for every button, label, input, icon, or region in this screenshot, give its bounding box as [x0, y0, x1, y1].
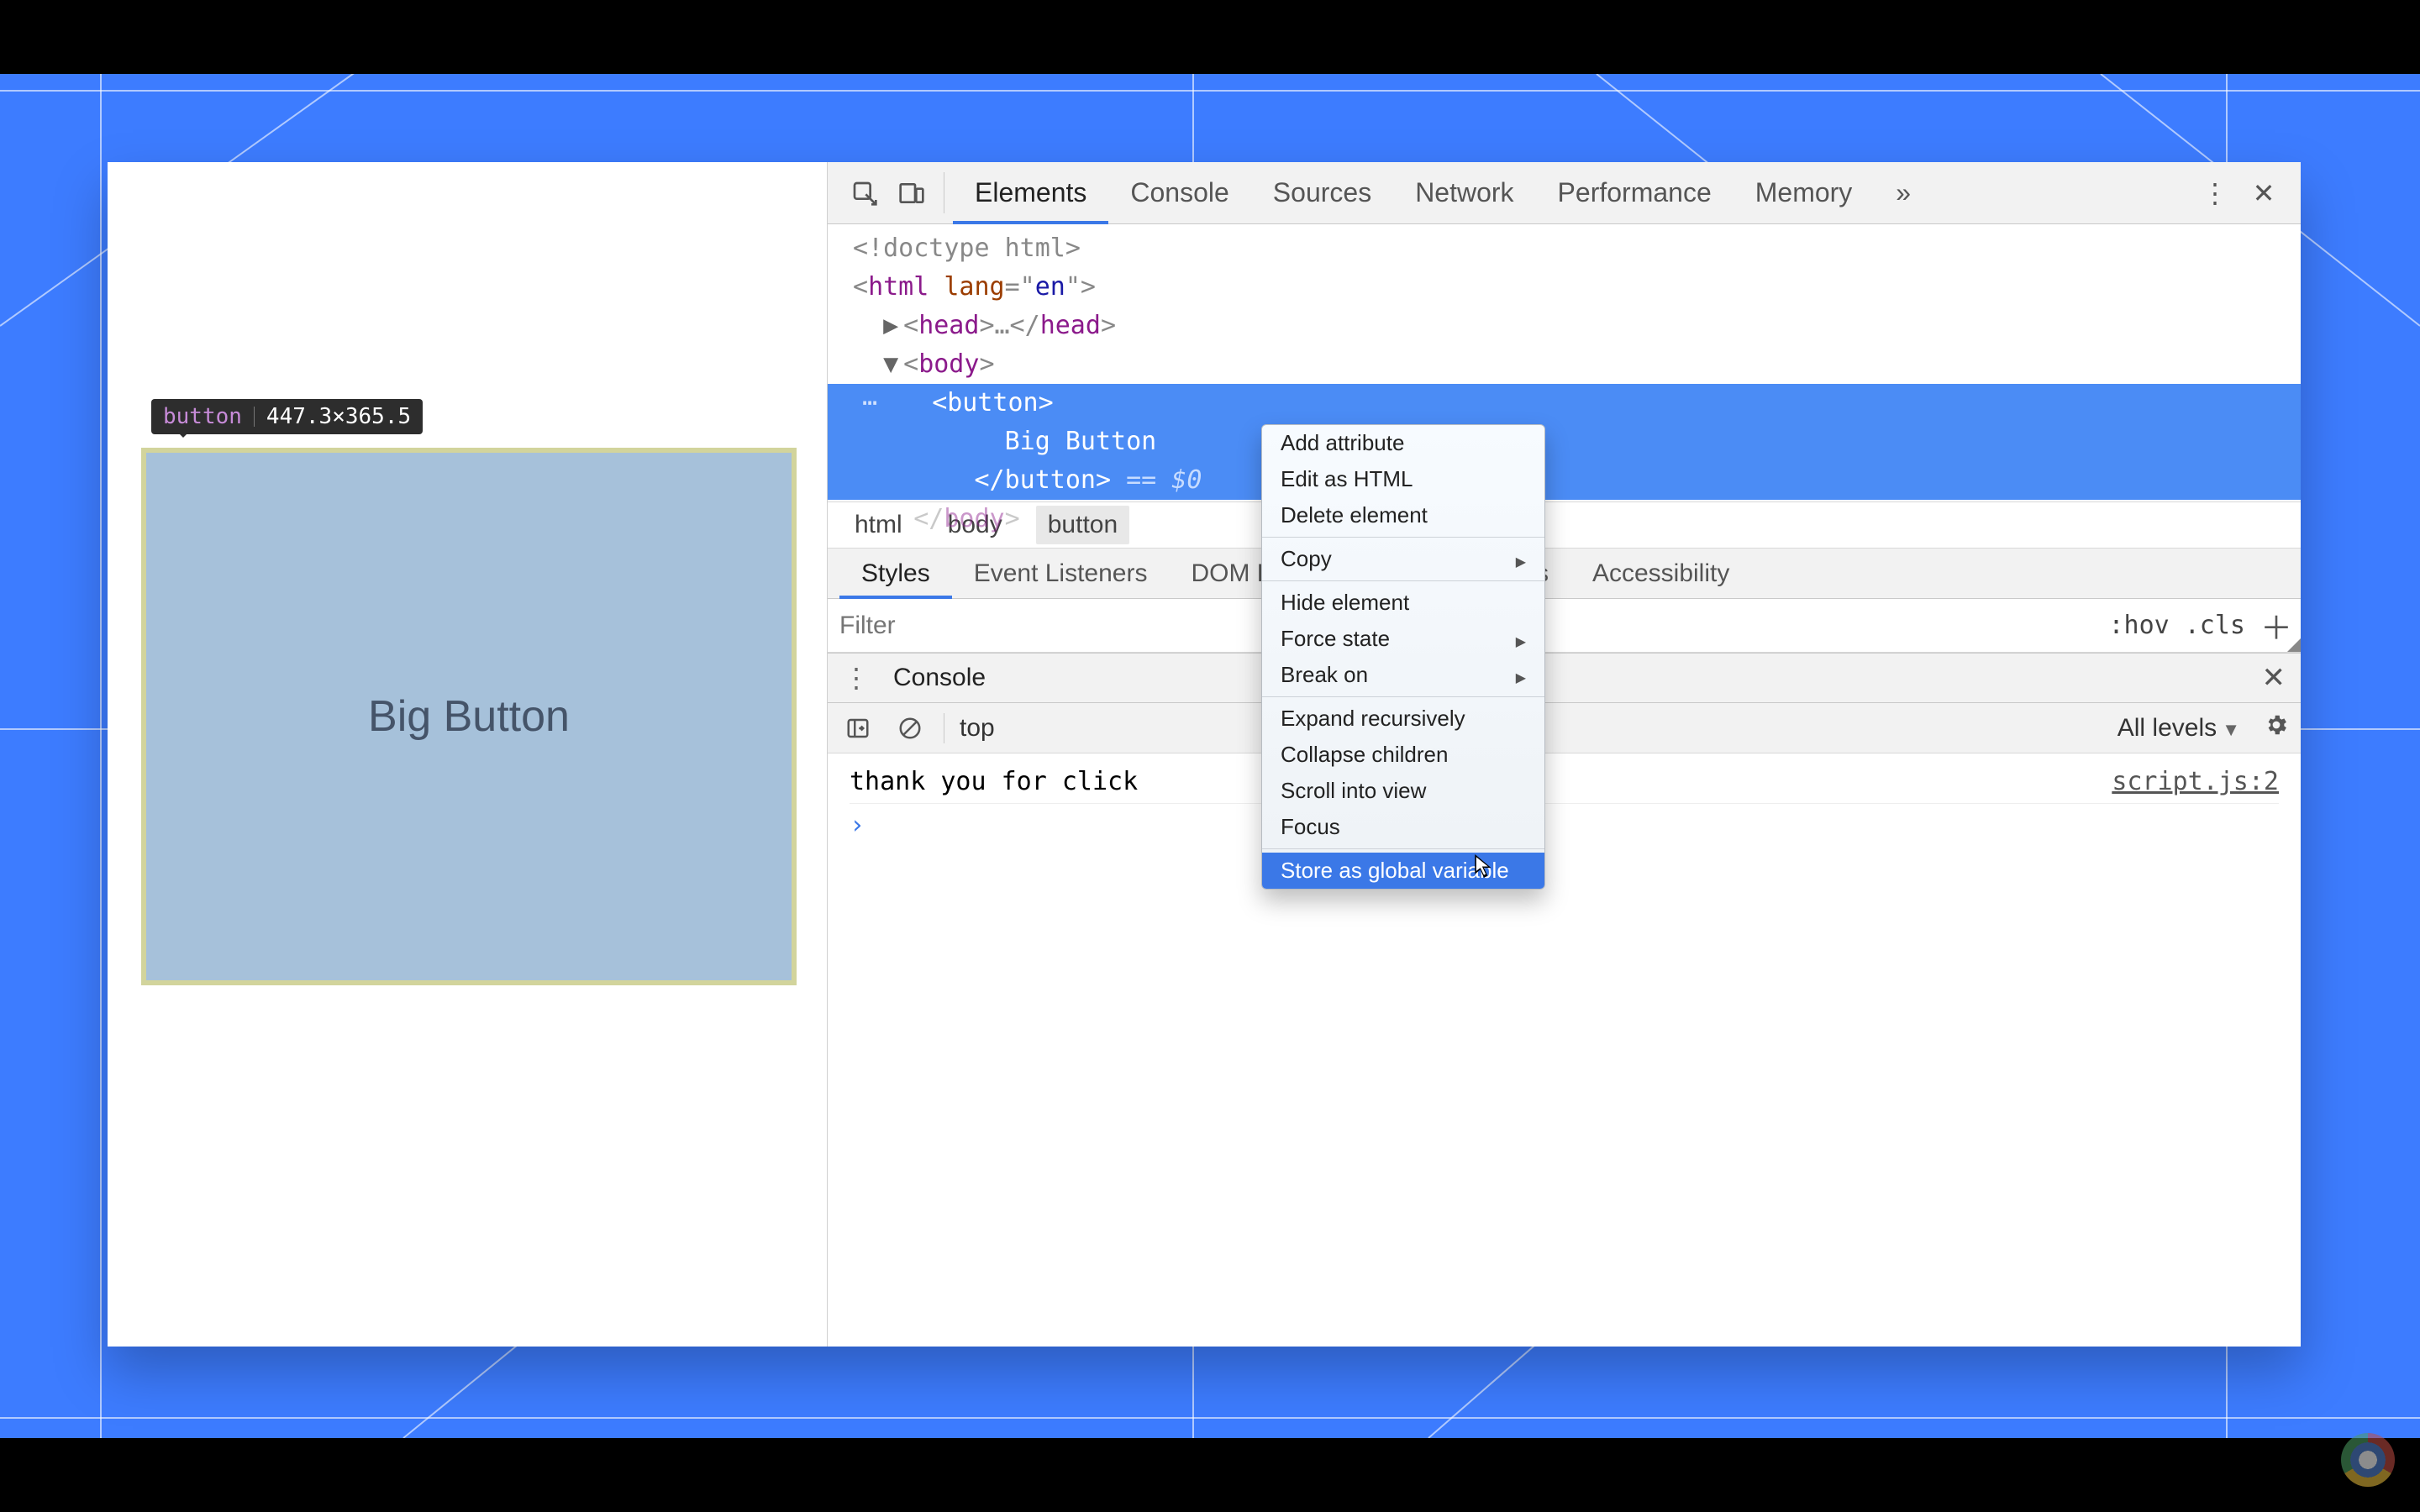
ctx-force-state[interactable]: Force state	[1262, 621, 1544, 657]
chevron-right-icon	[1516, 626, 1526, 652]
subtab-styles[interactable]: Styles	[839, 549, 952, 598]
drawer-tab-console[interactable]: Console	[873, 664, 1006, 692]
console-source-link[interactable]: script.js:2	[2112, 767, 2279, 796]
context-menu: Add attribute Edit as HTML Delete elemen…	[1261, 424, 1545, 890]
drawer-kebab-icon[interactable]	[839, 662, 873, 694]
dom-tree[interactable]: <!doctype html> <html lang="en"> ▶<head>…	[828, 224, 2301, 501]
tabs-overflow[interactable]: »	[1874, 162, 1933, 223]
console-scope[interactable]: top	[960, 714, 995, 743]
device-toggle-icon[interactable]	[888, 162, 935, 223]
close-icon[interactable]	[2247, 176, 2281, 210]
devtools-panel: Elements Console Sources Network Perform…	[827, 162, 2301, 1347]
ctx-break-on[interactable]: Break on	[1262, 657, 1544, 693]
tab-memory[interactable]: Memory	[1733, 162, 1875, 223]
kebab-icon[interactable]	[2198, 176, 2232, 210]
inspect-icon[interactable]	[841, 162, 888, 223]
slide-background: button 447.3×365.5 Big Button	[0, 74, 2420, 1438]
tab-console[interactable]: Console	[1108, 162, 1250, 223]
inspect-tooltip: button 447.3×365.5	[151, 399, 423, 434]
mouse-cursor-icon	[1475, 854, 1493, 879]
app-window: button 447.3×365.5 Big Button	[108, 162, 2301, 1347]
subtab-accessibility[interactable]: Accessibility	[1570, 549, 1751, 598]
subtab-event-listeners[interactable]: Event Listeners	[952, 549, 1170, 598]
console-prompt[interactable]: ›	[850, 804, 2279, 840]
elements-subtabs: Styles Event Listeners DOM Breakpoints P…	[828, 549, 2301, 599]
console-log-line: thank you for click script.js:2	[850, 760, 2279, 804]
ctx-edit-html[interactable]: Edit as HTML	[1262, 461, 1544, 497]
tab-elements[interactable]: Elements	[953, 162, 1108, 223]
chrome-logo-icon	[2341, 1433, 2395, 1487]
ctx-copy[interactable]: Copy	[1262, 541, 1544, 577]
ctx-scroll[interactable]: Scroll into view	[1262, 773, 1544, 809]
drawer-close-icon[interactable]	[2262, 661, 2286, 695]
cls-toggle[interactable]: .cls	[2185, 611, 2245, 640]
console-settings-icon[interactable]	[2264, 712, 2289, 744]
styles-filter-input[interactable]	[839, 612, 1192, 640]
page-pane: button 447.3×365.5 Big Button	[108, 162, 827, 1347]
ctx-delete[interactable]: Delete element	[1262, 497, 1544, 533]
console-body[interactable]: thank you for click script.js:2 ›	[828, 753, 2301, 1347]
console-levels[interactable]: All levels	[2118, 714, 2240, 743]
ctx-store-global[interactable]: Store as global variable	[1262, 853, 1544, 889]
tab-performance[interactable]: Performance	[1536, 162, 1733, 223]
console-message: thank you for click	[850, 767, 1138, 796]
ctx-focus[interactable]: Focus	[1262, 809, 1544, 845]
tooltip-tag: button	[163, 404, 242, 429]
styles-filter-row: :hov .cls ＋	[828, 599, 2301, 653]
console-sidebar-icon[interactable]	[839, 710, 876, 747]
clear-console-icon[interactable]	[892, 710, 929, 747]
ctx-add-attribute[interactable]: Add attribute	[1262, 425, 1544, 461]
dom-selected-node[interactable]: ⋯ <button> Big Button </button> == $0	[828, 384, 2301, 500]
resize-corner-icon[interactable]	[2287, 638, 2301, 652]
tab-sources[interactable]: Sources	[1251, 162, 1393, 223]
big-button-label: Big Button	[368, 691, 570, 742]
hov-toggle[interactable]: :hov	[2108, 611, 2169, 640]
console-toolbar: top All levels	[828, 703, 2301, 753]
big-button[interactable]: Big Button	[141, 448, 797, 985]
chevron-right-icon	[1516, 662, 1526, 688]
chevron-right-icon	[1516, 546, 1526, 572]
tab-network[interactable]: Network	[1393, 162, 1535, 223]
ctx-collapse[interactable]: Collapse children	[1262, 737, 1544, 773]
devtools-tabbar: Elements Console Sources Network Perform…	[828, 162, 2301, 224]
tooltip-dims: 447.3×365.5	[266, 404, 411, 429]
ctx-hide[interactable]: Hide element	[1262, 585, 1544, 621]
ctx-expand[interactable]: Expand recursively	[1262, 701, 1544, 737]
console-drawer-tabbar: Console	[828, 653, 2301, 703]
